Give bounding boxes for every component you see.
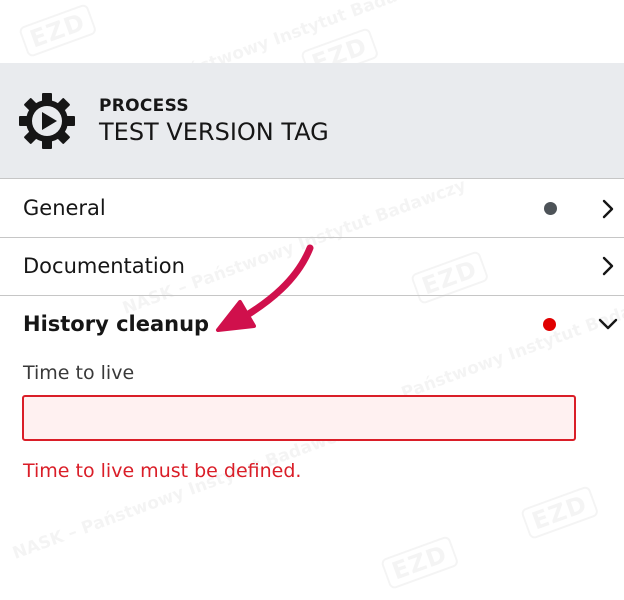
watermark-logo: EZD bbox=[520, 485, 600, 541]
element-header: PROCESS TEST VERSION TAG bbox=[0, 63, 624, 179]
watermark-text: NASK – Państwowy Instytut Badawczy bbox=[10, 421, 359, 564]
chevron-right-icon bbox=[602, 256, 614, 276]
section-general-label: General bbox=[23, 196, 106, 220]
chevron-down-icon bbox=[598, 318, 618, 330]
watermark-logo: EZD bbox=[380, 535, 460, 591]
section-documentation[interactable]: Documentation bbox=[0, 238, 624, 296]
chevron-right-icon bbox=[602, 199, 614, 219]
section-history-cleanup[interactable]: History cleanup bbox=[0, 296, 624, 353]
section-history-cleanup-label: History cleanup bbox=[23, 312, 210, 336]
time-to-live-input[interactable] bbox=[22, 395, 576, 441]
element-name: TEST VERSION TAG bbox=[99, 118, 329, 146]
element-type-label: PROCESS bbox=[99, 96, 189, 116]
section-general[interactable]: General bbox=[0, 180, 624, 238]
process-gear-play-icon bbox=[19, 93, 75, 149]
time-to-live-error-message: Time to live must be defined. bbox=[23, 460, 302, 482]
error-status-dot-icon bbox=[543, 318, 556, 331]
watermark-logo: EZD bbox=[18, 3, 98, 59]
time-to-live-label: Time to live bbox=[23, 362, 135, 384]
section-documentation-label: Documentation bbox=[23, 254, 185, 278]
status-dot-icon bbox=[544, 202, 557, 215]
